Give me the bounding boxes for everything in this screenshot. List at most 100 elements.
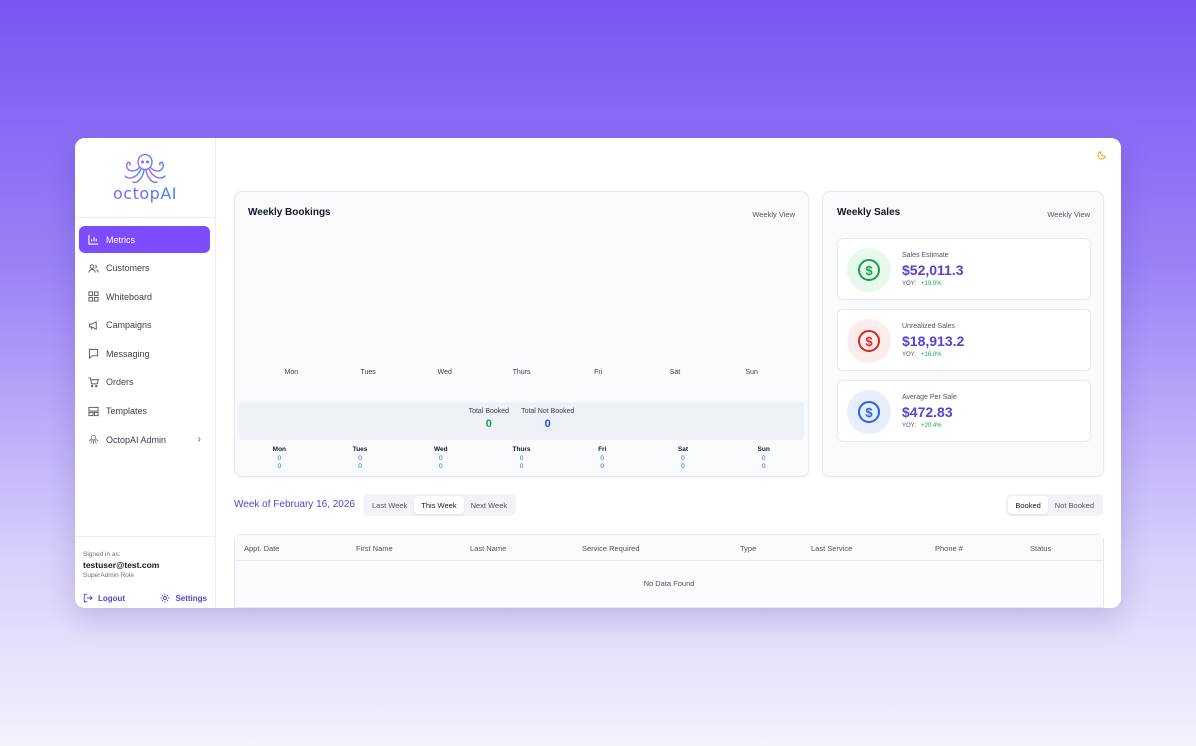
bookings-totals: Total Booked 0 Total Not Booked 0 bbox=[239, 402, 804, 440]
sidebar-item-label: Customers bbox=[106, 263, 150, 274]
sidebar-item-campaigns[interactable]: Campaigns bbox=[79, 312, 210, 339]
sale-yoy: YOY: +19.0% bbox=[902, 281, 942, 287]
week-title: Week of February 16, 2026 bbox=[234, 499, 355, 510]
daily-column: Sat 0 0 bbox=[643, 446, 724, 472]
column-header[interactable]: Type bbox=[740, 544, 756, 553]
unrealized-sales-card: $ Unrealized Sales $18,913.2 YOY: +16.0% bbox=[837, 309, 1091, 371]
total-not-booked-value: 0 bbox=[544, 418, 551, 430]
yoy-value: +20.4% bbox=[921, 423, 942, 429]
last-week-button[interactable]: Last Week bbox=[365, 496, 414, 514]
day-not-booked: 0 bbox=[600, 463, 605, 470]
sidebar-item-messaging[interactable]: Messaging bbox=[79, 340, 210, 367]
day-booked: 0 bbox=[600, 454, 605, 462]
booked-filter-button[interactable]: Booked bbox=[1008, 496, 1048, 514]
weekly-sales-title: Weekly Sales bbox=[837, 207, 901, 218]
sidebar-item-label: Messaging bbox=[106, 348, 150, 359]
sale-label: Average Per Sale bbox=[902, 394, 957, 401]
user-role: SuperAdmin Role bbox=[83, 572, 134, 579]
column-header[interactable]: Last Service bbox=[811, 544, 852, 553]
sidebar-item-label: Metrics bbox=[106, 234, 135, 245]
yoy-label: YOY: bbox=[902, 352, 917, 358]
sidebar-item-orders[interactable]: Orders bbox=[79, 369, 210, 396]
yoy-label: YOY: bbox=[902, 281, 917, 287]
column-header[interactable]: Status bbox=[1030, 544, 1051, 553]
logout-button[interactable]: Logout bbox=[83, 593, 125, 603]
octopus-logo-icon bbox=[124, 153, 166, 184]
total-booked: Total Booked 0 bbox=[469, 408, 509, 440]
sales-weekly-view-link[interactable]: Weekly View bbox=[1047, 210, 1090, 219]
sidebar-item-whiteboard[interactable]: Whiteboard bbox=[79, 283, 210, 310]
daily-column: Sun 0 0 bbox=[723, 446, 804, 472]
gear-icon bbox=[161, 593, 170, 603]
dollar-icon: $ bbox=[858, 330, 880, 352]
sidebar-item-label: Campaigns bbox=[106, 320, 152, 331]
daily-column: Tues 0 0 bbox=[320, 446, 401, 472]
sale-yoy: YOY: +20.4% bbox=[902, 423, 942, 429]
sale-label: Sales Estimate bbox=[902, 252, 949, 259]
daily-column: Mon 0 0 bbox=[239, 446, 320, 472]
sale-label: Unrealized Sales bbox=[902, 323, 955, 330]
next-week-button[interactable]: Next Week bbox=[464, 496, 515, 514]
layout-icon bbox=[88, 406, 99, 417]
day-not-booked: 0 bbox=[277, 463, 282, 470]
logout-label: Logout bbox=[98, 593, 126, 603]
daily-breakdown: Mon 0 0 Tues 0 0 Wed 0 0 Thurs 0 0 Fri 0 0 Sat 0 0 S… bbox=[239, 446, 804, 472]
settings-button[interactable]: Settings bbox=[160, 593, 207, 603]
sidebar-item-label: Orders bbox=[106, 377, 134, 388]
sidebar-item-label: Whiteboard bbox=[106, 291, 153, 302]
brand-logo[interactable]: octopAI bbox=[75, 138, 215, 218]
x-axis-label: Tues bbox=[360, 369, 376, 376]
sidebar-footer: Signed in as: testuser@test.com SuperAdm… bbox=[75, 536, 215, 608]
column-header[interactable]: Appt. Date bbox=[244, 544, 279, 553]
column-header[interactable]: Last Name bbox=[470, 544, 506, 553]
column-header[interactable]: Phone # bbox=[935, 544, 963, 553]
dollar-icon-badge: $ bbox=[847, 319, 891, 363]
bar-chart-icon bbox=[88, 234, 99, 245]
sidebar-item-customers[interactable]: Customers bbox=[79, 255, 210, 282]
megaphone-icon bbox=[88, 320, 99, 331]
day-not-booked: 0 bbox=[519, 463, 524, 470]
chevron-right-icon: › bbox=[197, 434, 201, 446]
dollar-icon: $ bbox=[858, 401, 880, 423]
x-axis-label: Wed bbox=[437, 369, 452, 376]
this-week-button[interactable]: This Week bbox=[414, 496, 464, 514]
not-booked-filter-button[interactable]: Not Booked bbox=[1048, 496, 1101, 514]
column-header[interactable]: First Name bbox=[356, 544, 393, 553]
x-axis-label: Sat bbox=[669, 369, 681, 376]
table-header: Appt. Date First Name Last Name Service … bbox=[235, 535, 1103, 561]
bookings-weekly-view-link[interactable]: Weekly View bbox=[752, 210, 795, 219]
sale-yoy: YOY: +16.0% bbox=[902, 352, 942, 358]
grid-icon bbox=[88, 291, 99, 302]
sidebar-item-octopai-admin[interactable]: OctopAI Admin › bbox=[79, 426, 210, 453]
day-name: Mon bbox=[272, 446, 287, 453]
main-content: Weekly Bookings Weekly View Mon Tues Wed… bbox=[216, 138, 1121, 608]
sidebar-item-metrics[interactable]: Metrics bbox=[79, 226, 210, 253]
day-booked: 0 bbox=[277, 454, 282, 462]
daily-column: Thurs 0 0 bbox=[481, 446, 562, 472]
total-not-booked: Total Not Booked 0 bbox=[521, 408, 574, 440]
sidebar-item-templates[interactable]: Templates bbox=[79, 398, 210, 425]
day-not-booked: 0 bbox=[681, 463, 685, 470]
x-axis-label: Thurs bbox=[512, 369, 531, 376]
sale-value: $472.83 bbox=[902, 404, 953, 420]
logout-icon bbox=[83, 593, 93, 603]
app-window: octopAI Metrics Customers Whiteboard Cam… bbox=[75, 138, 1121, 608]
booking-filter-group: Booked Not Booked bbox=[1006, 494, 1103, 516]
dollar-icon-badge: $ bbox=[847, 390, 891, 434]
day-name: Thurs bbox=[512, 446, 531, 453]
total-not-booked-label: Total Not Booked bbox=[521, 408, 575, 415]
week-nav-group: Last Week This Week Next Week bbox=[363, 494, 517, 516]
theme-toggle-button[interactable] bbox=[1097, 150, 1107, 162]
day-not-booked: 0 bbox=[438, 463, 443, 470]
day-booked: 0 bbox=[681, 454, 685, 462]
sidebar-item-label: OctopAI Admin bbox=[106, 434, 167, 445]
x-axis-label: Sun bbox=[745, 369, 758, 376]
column-header[interactable]: Service Required bbox=[582, 544, 640, 553]
dollar-icon: $ bbox=[858, 259, 880, 281]
day-booked: 0 bbox=[358, 454, 362, 462]
day-not-booked: 0 bbox=[761, 463, 766, 470]
weekly-bookings-title: Weekly Bookings bbox=[248, 207, 331, 218]
moon-icon bbox=[1097, 150, 1107, 160]
daily-column: Wed 0 0 bbox=[400, 446, 481, 472]
brand-logo-text: octopAI bbox=[113, 184, 177, 203]
